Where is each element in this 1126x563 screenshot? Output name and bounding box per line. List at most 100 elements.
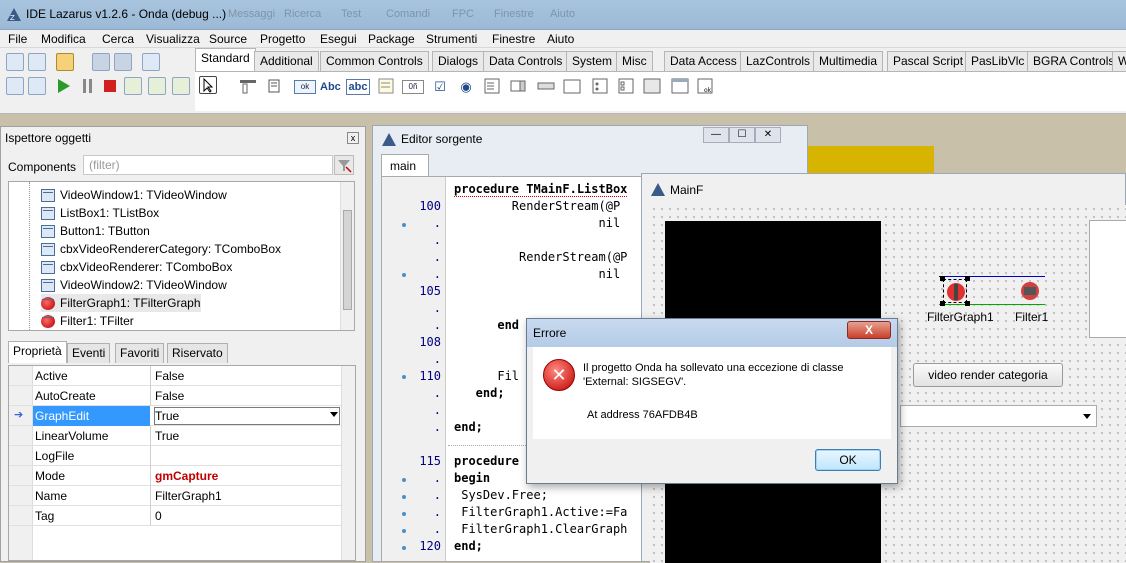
listbox-control[interactable] (1089, 220, 1126, 338)
tree-item[interactable]: Button1: TButton (41, 222, 150, 240)
tab-paslibvlc[interactable]: PasLibVlc (965, 51, 1031, 71)
property-row[interactable]: AutoCreate False (9, 386, 342, 406)
panel-component-icon[interactable] (642, 78, 662, 96)
step-out-icon[interactable] (172, 77, 190, 95)
actionlist-component-icon[interactable]: ok (696, 78, 716, 96)
menu-aiuto[interactable]: Aiuto (547, 32, 574, 46)
step-into-icon[interactable] (124, 77, 142, 95)
combobox-component-icon[interactable] (508, 78, 528, 96)
tab-bgra-controls[interactable]: BGRA Controls (1027, 51, 1121, 71)
checkbox-component-icon[interactable]: ☑ (430, 78, 450, 96)
tree-scrollbar[interactable] (340, 182, 354, 330)
clear-filter-icon[interactable] (334, 155, 354, 175)
stop-icon[interactable] (104, 80, 116, 95)
tab-dialogs[interactable]: Dialogs (432, 51, 485, 71)
property-value[interactable]: 0 (155, 509, 162, 523)
filter-component-icon[interactable] (1018, 279, 1042, 303)
breakpoint-dot[interactable] (402, 273, 406, 277)
breakpoint-dot[interactable] (402, 529, 406, 533)
tab-more[interactable]: W (1112, 51, 1126, 71)
menu-source[interactable]: Source (209, 32, 247, 46)
tab-misc[interactable]: Misc (616, 51, 653, 71)
tab-additional[interactable]: Additional (254, 51, 319, 71)
view-forms-icon[interactable] (28, 77, 46, 95)
main-menu-component-icon[interactable] (238, 78, 258, 96)
minimize-icon[interactable]: — (703, 127, 729, 143)
radio-button-component-icon[interactable]: ◉ (456, 78, 476, 96)
breakpoint-dot[interactable] (402, 512, 406, 516)
toggle-form-unit-icon[interactable] (142, 53, 160, 71)
property-value[interactable]: False (155, 369, 184, 383)
close-icon[interactable]: ✕ (755, 127, 781, 143)
button-component-icon[interactable]: ok (294, 80, 316, 94)
checkgroup-component-icon[interactable] (616, 78, 636, 96)
tab-multimedia[interactable]: Multimedia (813, 51, 884, 71)
tab-pascal-script[interactable]: Pascal Script (887, 51, 970, 71)
breakpoint-dot[interactable] (402, 223, 406, 227)
ok-button[interactable]: OK (815, 449, 881, 471)
property-row-selected[interactable]: ➔ GraphEdit True (9, 406, 342, 426)
maximize-icon[interactable]: ☐ (729, 127, 755, 143)
tree-item-selected[interactable]: FilterGraph1: TFilterGraph (41, 294, 201, 312)
video-render-categoria-button[interactable]: video render categoria (913, 363, 1063, 387)
video-renderer-combobox[interactable] (900, 405, 1097, 427)
property-row[interactable]: LogFile (9, 446, 342, 466)
filtergraph-component-icon[interactable] (943, 279, 967, 303)
memo-component-icon[interactable] (376, 78, 396, 96)
chevron-down-icon[interactable] (330, 412, 338, 417)
new-form-icon[interactable] (28, 53, 46, 71)
breakpoint-dot[interactable] (402, 546, 406, 550)
property-row[interactable]: Tag 0 (9, 506, 342, 526)
tree-item[interactable]: VideoWindow1: TVideoWindow (41, 186, 227, 204)
tree-item[interactable]: Filter1: TFilter (41, 312, 134, 330)
step-over-icon[interactable] (148, 77, 166, 95)
listbox-component-icon[interactable] (482, 78, 502, 96)
tab-favoriti[interactable]: Favoriti (115, 343, 165, 363)
new-unit-icon[interactable] (6, 53, 24, 71)
property-value[interactable]: True (155, 429, 179, 443)
tab-data-controls[interactable]: Data Controls (483, 51, 569, 71)
chevron-down-icon[interactable] (1083, 414, 1091, 419)
groupbox-component-icon[interactable] (562, 78, 582, 96)
property-value[interactable]: True (155, 409, 179, 423)
grid-scrollbar[interactable] (341, 366, 355, 560)
menu-strumenti[interactable]: Strumenti (426, 32, 477, 46)
menu-file[interactable]: File (8, 32, 27, 46)
tab-proprieta[interactable]: Proprietà (8, 341, 67, 363)
tab-system[interactable]: System (566, 51, 619, 71)
tree-item[interactable]: ListBox1: TListBox (41, 204, 159, 222)
editor-tab-main[interactable]: main (381, 154, 429, 176)
components-filter-input[interactable]: (filter) (83, 155, 333, 175)
tree-item[interactable]: cbxVideoRendererCategory: TComboBox (41, 240, 281, 258)
pause-icon[interactable] (82, 79, 94, 96)
frame-component-icon[interactable] (670, 78, 690, 96)
breakpoint-dot[interactable] (402, 478, 406, 482)
selection-pointer-icon[interactable] (199, 76, 217, 94)
tab-standard[interactable]: Standard (195, 48, 256, 72)
property-row[interactable]: LinearVolume True (9, 426, 342, 446)
edit-component-icon[interactable]: abc (346, 79, 370, 95)
label-component-icon[interactable]: Abc (320, 78, 341, 96)
tab-eventi[interactable]: Eventi (67, 343, 111, 363)
breakpoint-dot[interactable] (402, 495, 406, 499)
menu-package[interactable]: Package (368, 32, 415, 46)
tab-riservato[interactable]: Riservato (167, 343, 228, 363)
tree-item[interactable]: cbxVideoRenderer: TComboBox (41, 258, 232, 276)
tab-lazcontrols[interactable]: LazControls (740, 51, 817, 71)
property-value[interactable]: False (155, 389, 184, 403)
popup-menu-component-icon[interactable] (266, 78, 286, 96)
menu-cerca[interactable]: Cerca (102, 32, 134, 46)
toggle-box-component-icon[interactable]: 0ñ (402, 80, 424, 94)
scrollbar-component-icon[interactable] (536, 78, 556, 96)
menu-progetto[interactable]: Progetto (260, 32, 305, 46)
inspector-close-button[interactable]: x (347, 132, 359, 144)
tab-data-access[interactable]: Data Access (664, 51, 743, 71)
menu-visualizza[interactable]: Visualizza (146, 32, 200, 46)
menu-modifica[interactable]: Modifica (41, 32, 86, 46)
property-value[interactable]: gmCapture (155, 469, 218, 483)
property-row[interactable]: Mode gmCapture (9, 466, 342, 486)
property-value[interactable]: FilterGraph1 (155, 489, 222, 503)
property-row[interactable]: Name FilterGraph1 (9, 486, 342, 506)
save-icon[interactable] (92, 53, 110, 71)
property-row[interactable]: Active False (9, 366, 342, 386)
